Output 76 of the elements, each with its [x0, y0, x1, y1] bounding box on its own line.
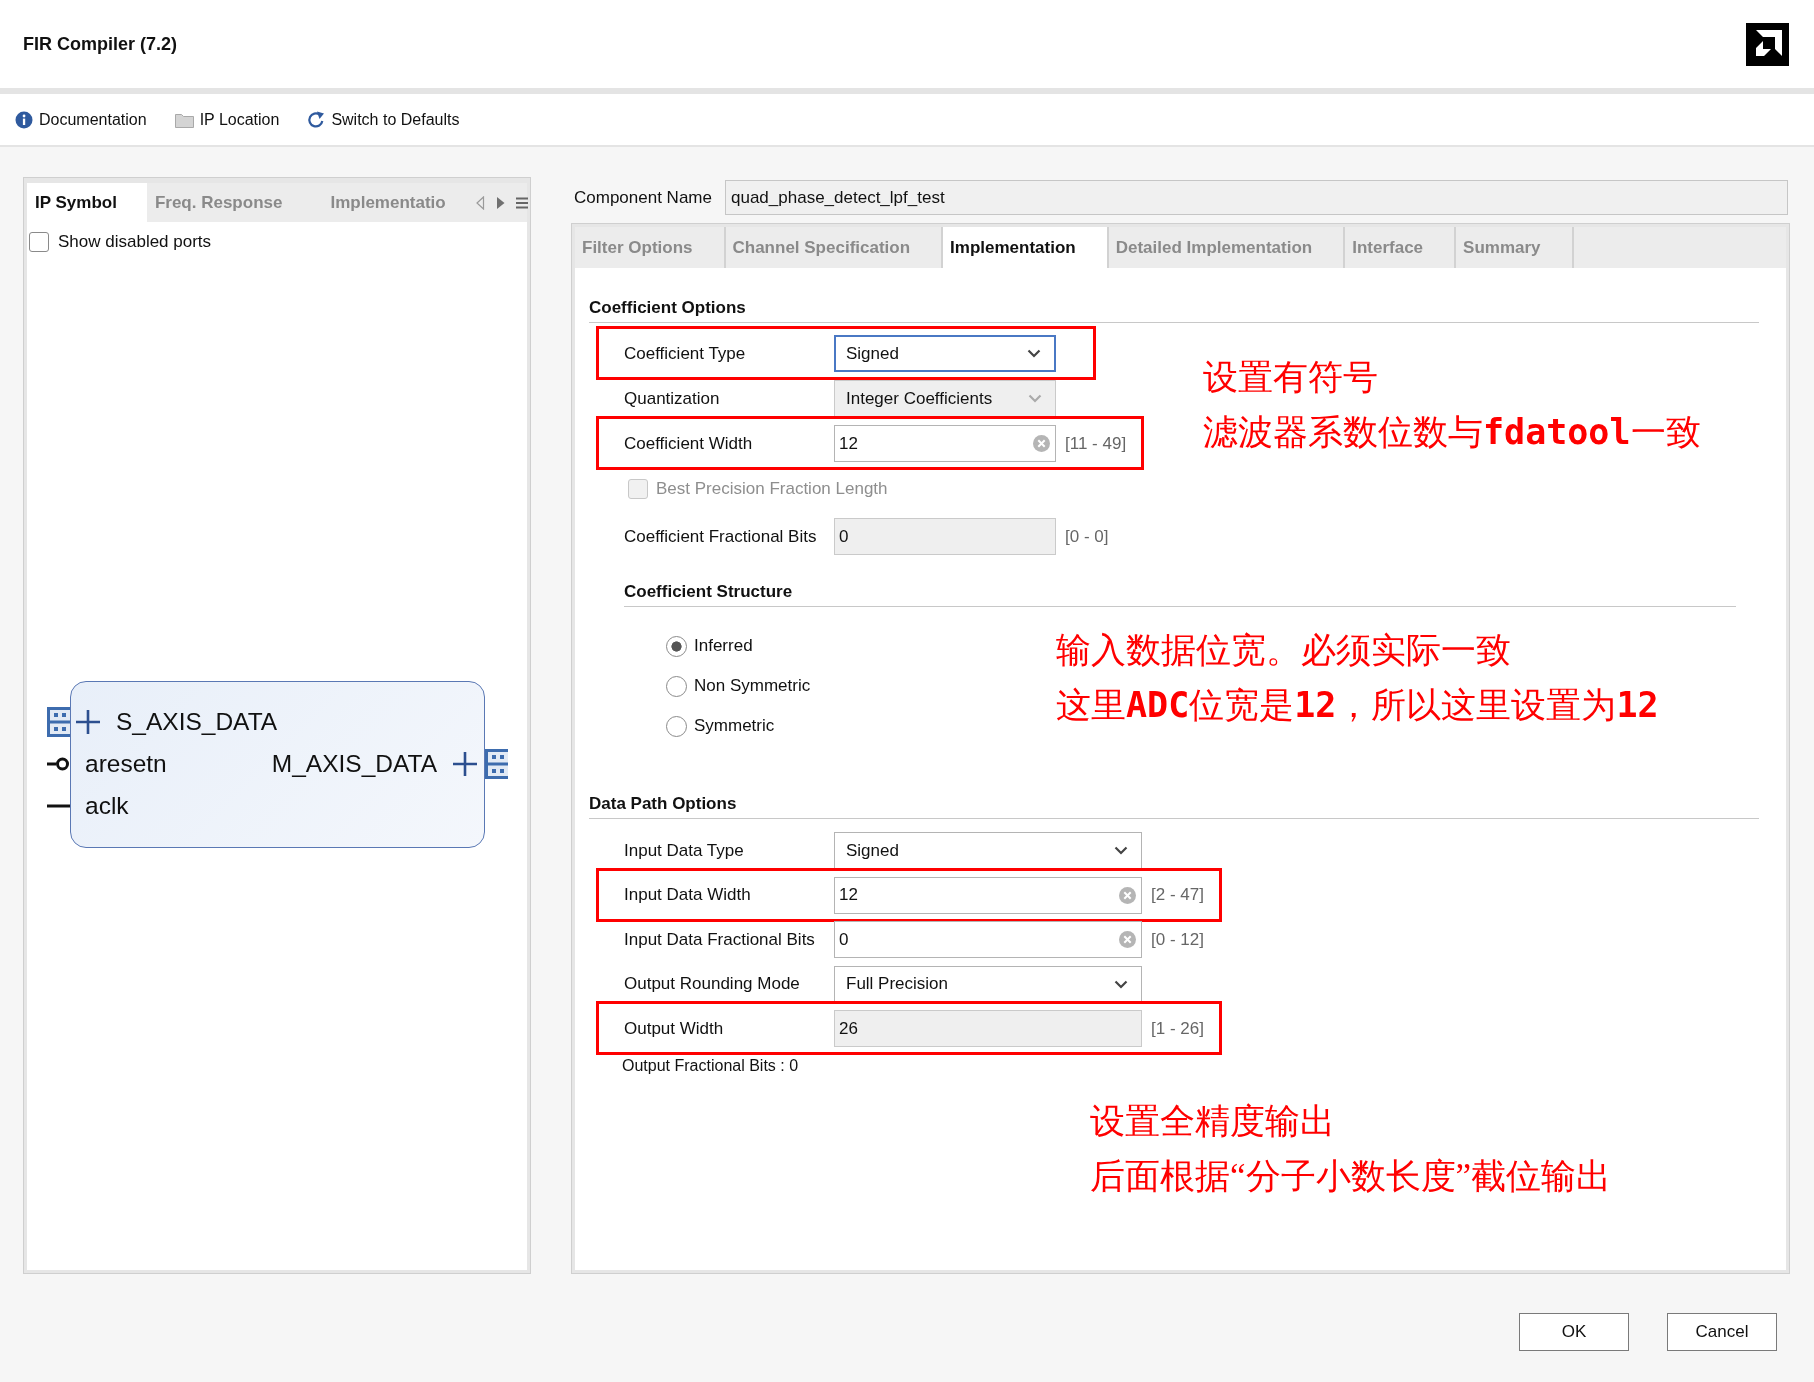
- dropdown[interactable]: Signed: [834, 335, 1056, 372]
- input-field[interactable]: 12: [834, 876, 1142, 914]
- radio-label: Inferred: [694, 636, 753, 656]
- annotation-note: 设置全精度输出: [1090, 1101, 1336, 1143]
- chevron-down-icon: [1028, 394, 1042, 403]
- field-label: Output Width: [624, 1018, 725, 1039]
- toolbar-button[interactable]: Switch to Defaults: [307, 110, 460, 129]
- inverted-pin-icon: [47, 757, 70, 771]
- refresh-icon: [307, 110, 326, 129]
- field-label: Input Data Width: [624, 885, 752, 905]
- annotation-note: 滤波器系数位数与fdatool一致: [1203, 411, 1701, 454]
- tab[interactable]: IP Symbol: [27, 183, 147, 222]
- port-label: aclk: [85, 792, 129, 820]
- annotation-note: 后面根据“分子小数长度”截位输出: [1090, 1156, 1612, 1198]
- checkbox-label: Best Precision Fraction Length: [656, 478, 888, 499]
- text-field[interactable]: quad_phase_detect_lpf_test: [725, 180, 1788, 215]
- logo-icon: [1746, 22, 1789, 66]
- field-label: Input Data Fractional Bits: [624, 929, 816, 950]
- left-arrow-icon[interactable]: [475, 195, 485, 210]
- annotation-note: 输入数据位宽。必须实际一致: [1056, 630, 1512, 672]
- bus-pin-icon: [47, 707, 70, 737]
- clear-icon[interactable]: [1119, 931, 1136, 948]
- input-field[interactable]: 12: [834, 425, 1056, 462]
- field-label: Output Rounding Mode: [624, 974, 801, 994]
- dialog-button[interactable]: OK: [1519, 1313, 1629, 1351]
- checkbox[interactable]: [29, 232, 49, 252]
- annotation-note: 设置有符号: [1203, 357, 1379, 399]
- radio-label: Symmetric: [694, 716, 775, 736]
- port-label: M_AXIS_DATA: [271, 750, 437, 778]
- section-heading: Coefficient Options: [589, 298, 746, 317]
- checkbox-label: Show disabled ports: [58, 232, 212, 252]
- dropdown[interactable]: Signed: [834, 832, 1142, 869]
- annotation-note: 这里ADC位宽是12，所以这里设置为12: [1056, 684, 1659, 727]
- field-label: Input Data Type: [624, 840, 745, 861]
- input-field: 26: [834, 1010, 1142, 1047]
- chevron-down-icon: [1027, 349, 1041, 358]
- dialog-button[interactable]: Cancel: [1667, 1313, 1777, 1351]
- radio-button[interactable]: [666, 715, 687, 737]
- range-hint: [2 - 47]: [1151, 885, 1204, 905]
- pin-line-icon: [47, 804, 70, 808]
- plus-icon[interactable]: [76, 710, 100, 734]
- dropdown[interactable]: Full Precision: [834, 965, 1142, 1003]
- clear-icon[interactable]: [1033, 435, 1050, 452]
- info-icon: [15, 110, 33, 129]
- clear-icon[interactable]: [1119, 886, 1136, 904]
- port-label: aresetn: [85, 750, 167, 778]
- field-label: Component Name: [574, 187, 713, 208]
- folder-icon: [174, 111, 194, 128]
- window-title: FIR Compiler (7.2): [23, 33, 178, 55]
- dropdown: Integer Coefficients: [834, 380, 1056, 417]
- right-arrow-icon[interactable]: [495, 195, 505, 210]
- info-text: Output Fractional Bits : 0: [622, 1055, 799, 1076]
- radio-button[interactable]: [666, 675, 687, 697]
- section-heading: Coefficient Structure: [624, 582, 793, 601]
- toolbar-button[interactable]: Documentation: [15, 110, 147, 129]
- radio-label: Non Symmetric: [694, 676, 811, 696]
- section-heading: Data Path Options: [589, 794, 737, 813]
- input-field: 0: [834, 518, 1056, 555]
- field-label: Coefficient Type: [624, 343, 747, 364]
- range-hint: [1 - 26]: [1151, 1018, 1204, 1039]
- radio-button[interactable]: [666, 635, 687, 657]
- port-label: S_AXIS_DATA: [116, 708, 278, 736]
- bus-pin-icon: [485, 749, 508, 779]
- toolbar-button[interactable]: IP Location: [174, 110, 280, 129]
- field-label: Quantization: [624, 388, 721, 409]
- range-hint: [0 - 12]: [1151, 929, 1204, 950]
- plus-icon[interactable]: [453, 752, 477, 776]
- field-label: Coefficient Fractional Bits: [624, 526, 818, 547]
- chevron-down-icon: [1114, 846, 1128, 855]
- input-field[interactable]: 0: [834, 921, 1142, 958]
- range-hint: [11 - 49]: [1065, 433, 1127, 454]
- menu-icon[interactable]: [515, 196, 528, 209]
- range-hint: [0 - 0]: [1065, 526, 1109, 547]
- field-label: Coefficient Width: [624, 433, 754, 454]
- chevron-down-icon: [1114, 979, 1128, 989]
- tab[interactable]: Implementation: [943, 227, 1109, 268]
